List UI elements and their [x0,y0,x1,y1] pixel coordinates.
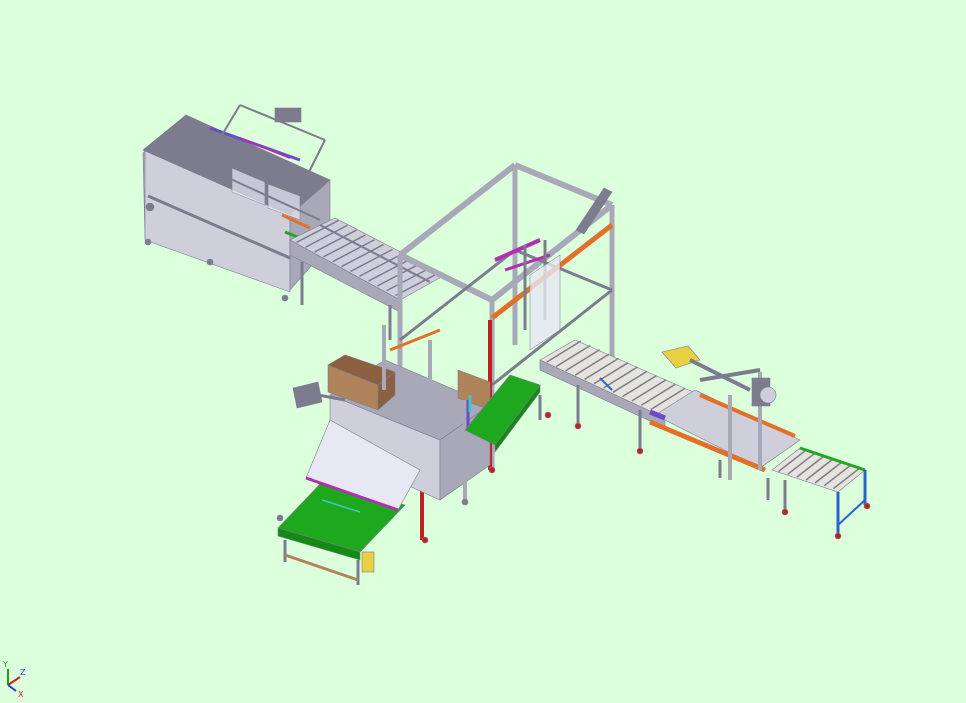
roller-conveyor-caster-2 [636,447,644,455]
gantry-foot-3 [544,411,552,419]
outfeed-roller-conveyor [771,446,871,540]
case-erector-foot-3 [281,294,289,302]
triad-z-label: Z [20,668,26,677]
outfeed-blue-brace [837,499,866,526]
triad-y-label: Y [2,660,8,669]
triad-x-label: X [18,690,24,699]
outfeed-foot-3 [781,508,789,516]
case-sealer-machine [649,345,801,500]
packaging-line-model [142,104,871,585]
gantry-foot [488,466,496,474]
infeed-sensor [276,514,284,522]
packer-control-panel [292,381,323,409]
gantry-foot-2 [421,536,429,544]
gantry-beam-top-left [398,162,517,258]
infeed-base-rail [284,553,359,582]
case-erector-foot-2 [206,258,214,266]
case-erector-control-knob [145,202,155,212]
infeed-yellow-motor [361,551,375,573]
gantry-foot-4 [461,498,469,506]
axis-triad: Y Z X [2,660,26,699]
sealer-tape-roll [759,386,777,404]
sealer-yellow-arm [661,345,701,369]
case-erector-foot [144,238,152,246]
triad-x-axis [7,676,21,686]
outfeed-foot [834,532,842,540]
cad-viewport[interactable]: Y Z X [0,0,966,703]
case-erector-top-unit [274,107,302,123]
roller-conveyor-caster [574,422,582,430]
triad-z-axis [7,684,17,692]
outfeed-foot-2 [863,502,871,510]
